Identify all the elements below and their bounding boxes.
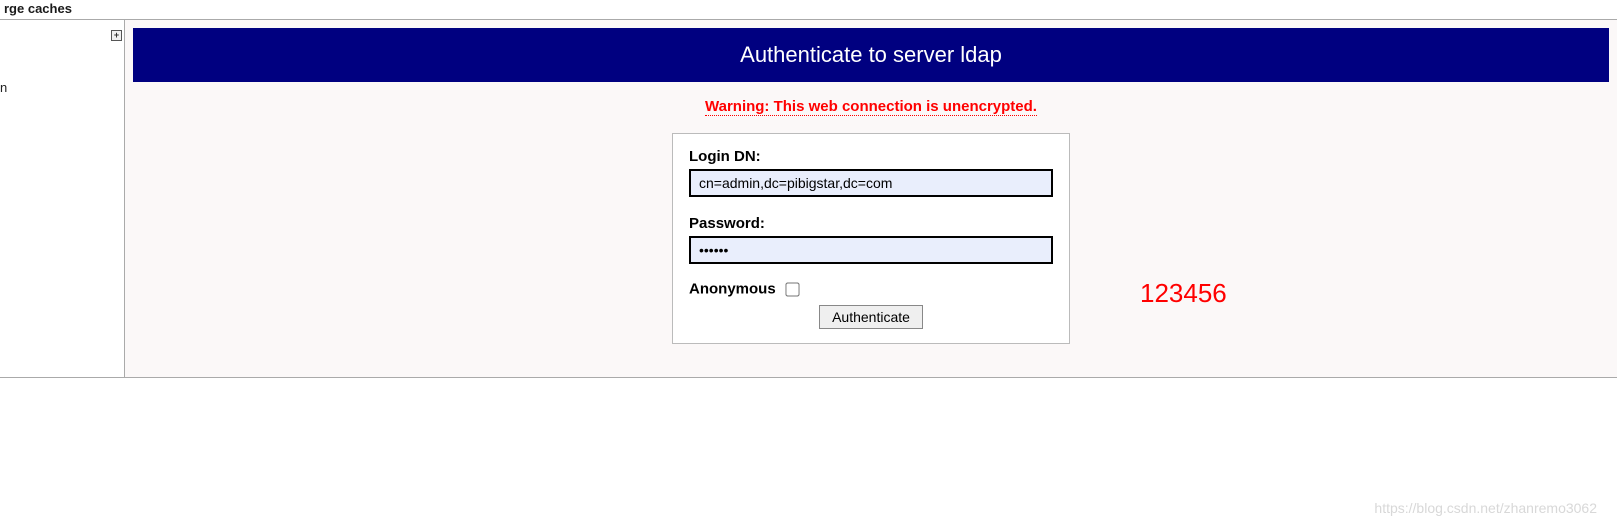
submit-row: Authenticate [689,305,1053,329]
password-row: Password: [689,215,1053,264]
expand-tree-icon[interactable]: + [111,30,122,41]
purge-caches-link[interactable]: rge caches [0,0,76,17]
password-input[interactable] [689,236,1053,264]
password-annotation: 123456 [1140,278,1227,309]
login-dn-label: Login DN: [689,148,1053,165]
main-panel: Authenticate to server ldap Warning: Thi… [125,20,1617,377]
main-layout: + n Authenticate to server ldap Warning:… [0,20,1617,378]
authenticate-button[interactable]: Authenticate [819,305,923,329]
page-title: Authenticate to server ldap [133,28,1609,82]
anonymous-checkbox[interactable] [785,282,799,296]
anonymous-row: Anonymous [689,280,1053,299]
warning-text: Warning: This web connection is unencryp… [705,98,1037,116]
top-link-bar: rge caches [0,0,1617,20]
anonymous-label: Anonymous [689,280,776,297]
warning-banner: Warning: This web connection is unencryp… [133,98,1609,115]
sidebar: + n [0,20,125,377]
sidebar-partial-text: n [0,80,7,95]
login-dn-row: Login DN: [689,148,1053,197]
password-label: Password: [689,215,1053,232]
watermark: https://blog.csdn.net/zhanremo3062 [1374,500,1597,516]
login-form: Login DN: Password: Anonymous Authentica… [672,133,1070,344]
login-dn-input[interactable] [689,169,1053,197]
